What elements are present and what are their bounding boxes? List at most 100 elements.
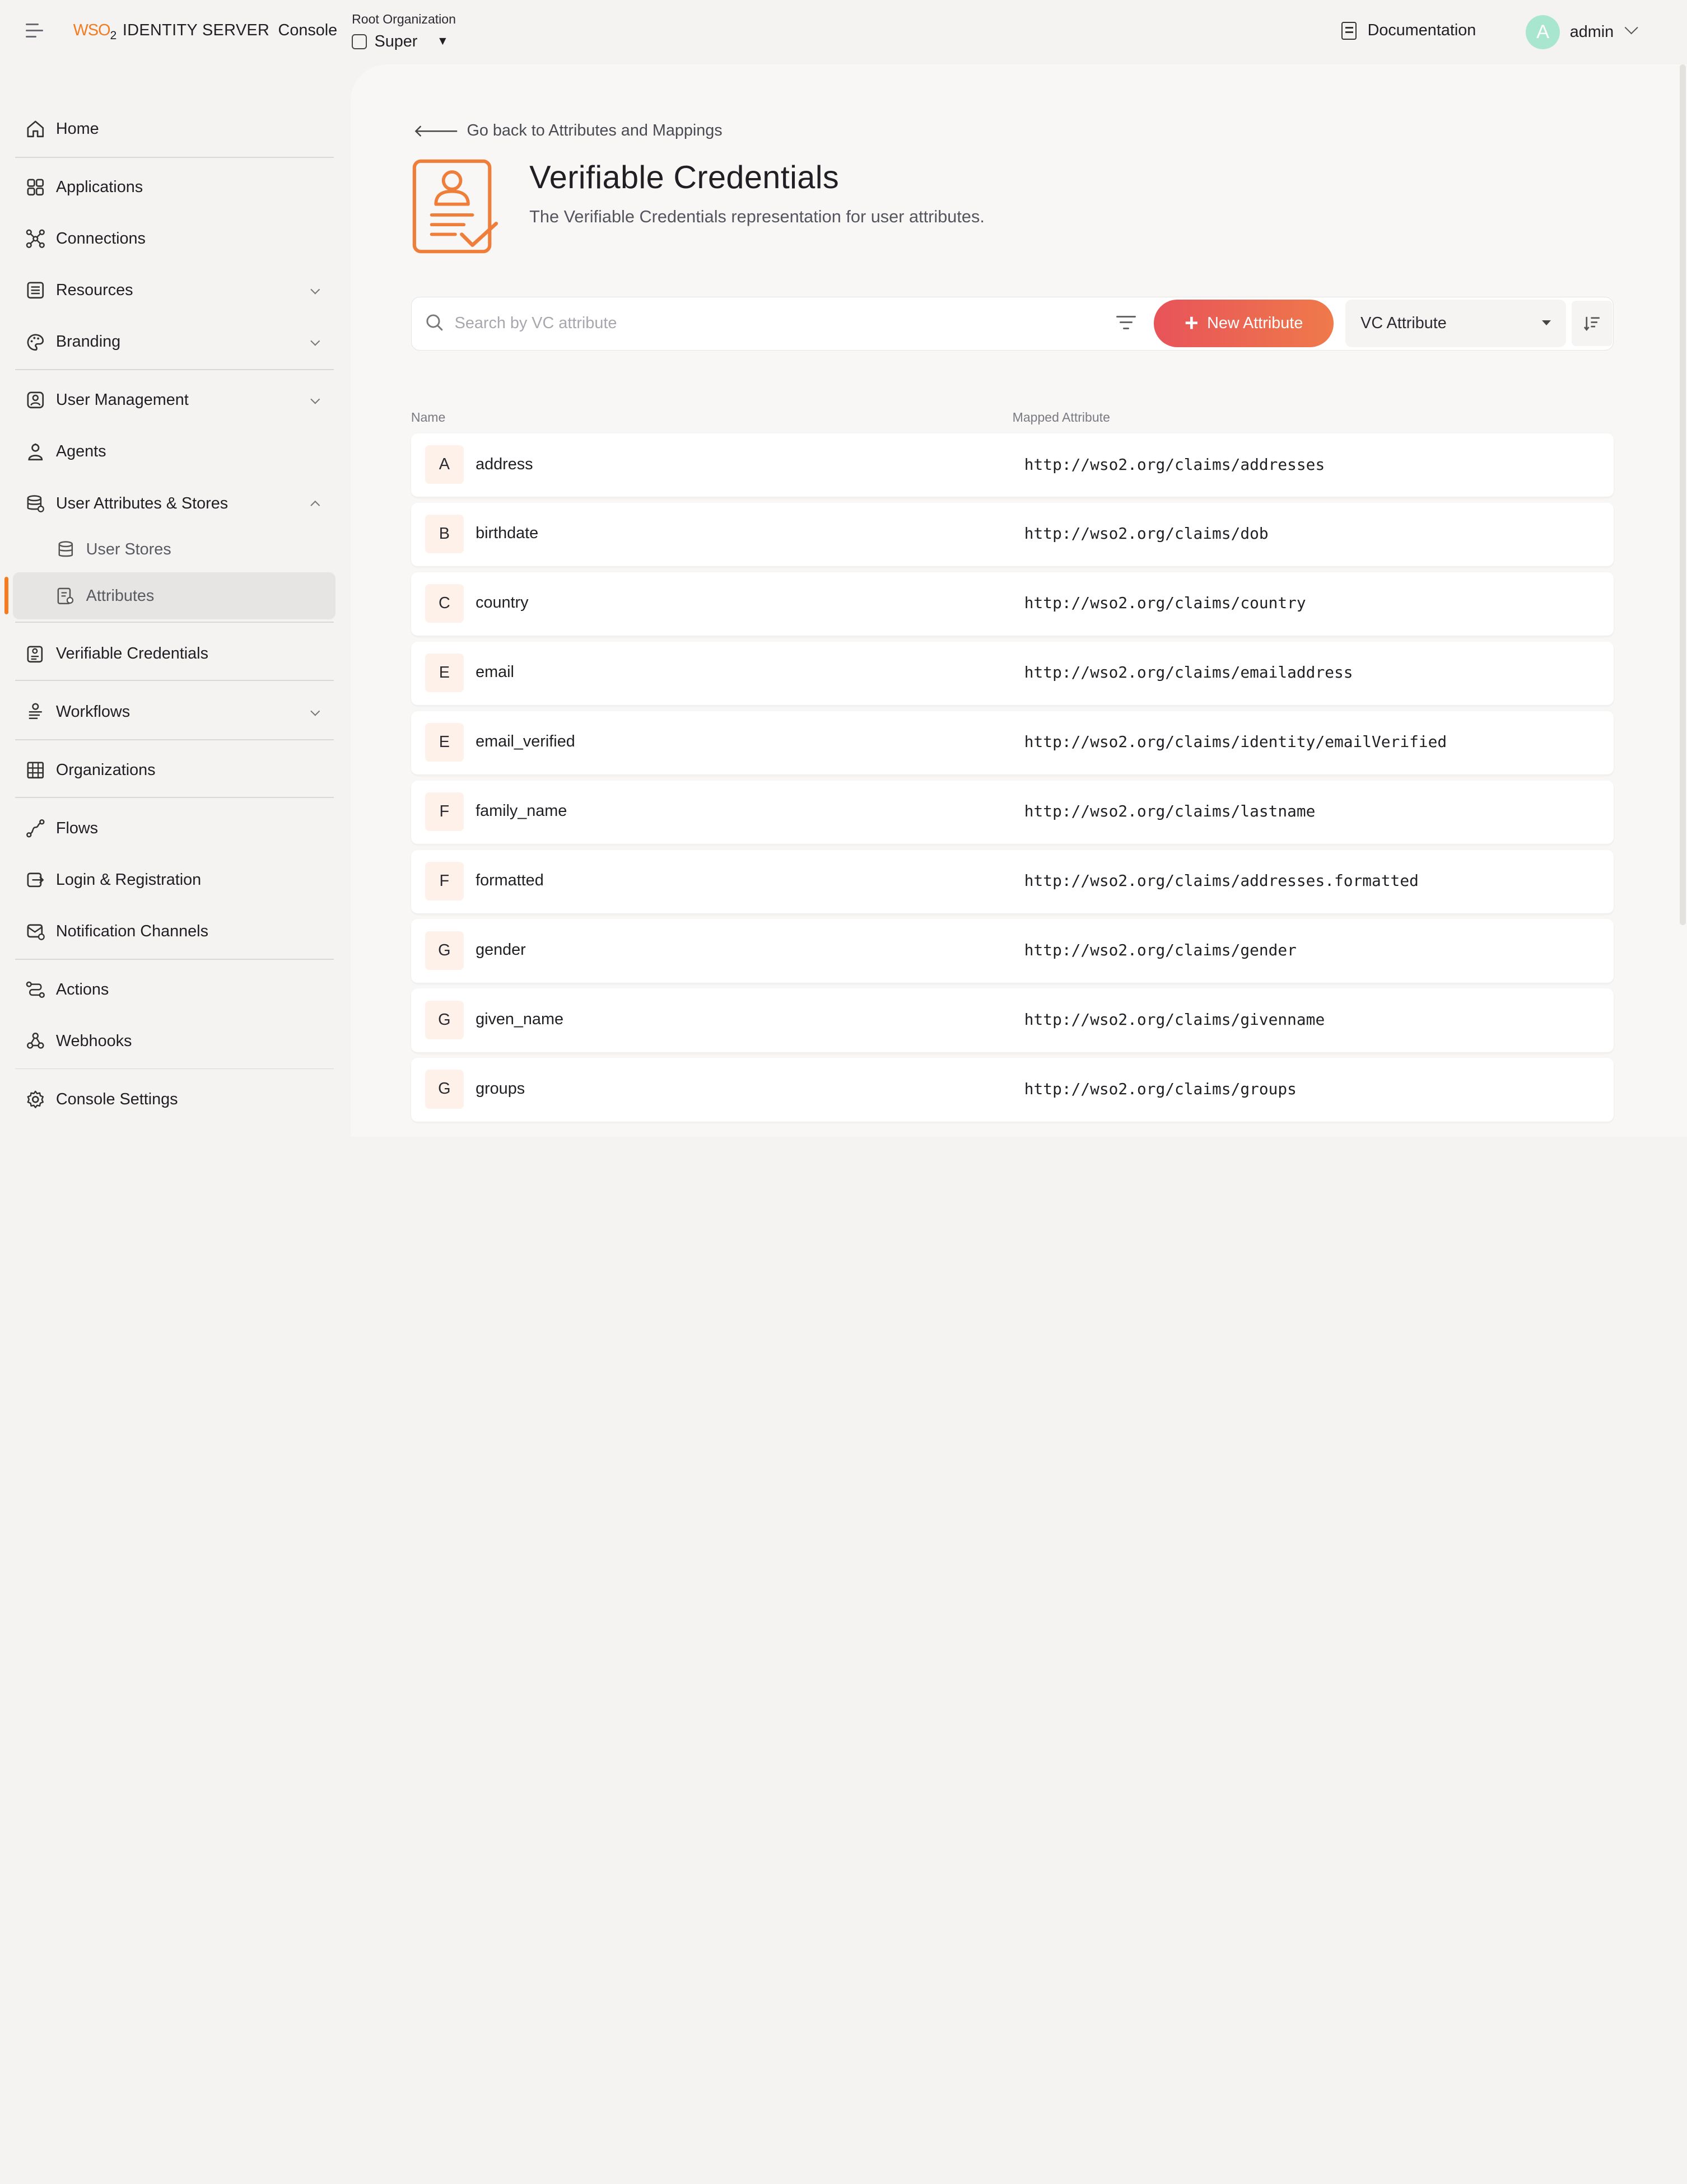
organization-switcher[interactable]: Root Organization Super ▼	[352, 12, 456, 51]
mapped-attribute: http://wso2.org/claims/lastname	[1024, 802, 1316, 821]
top-header: WSO2 IDENTITY SERVER Console Root Organi…	[0, 0, 1687, 64]
sidebar-divider	[15, 1068, 334, 1070]
sidebar-item-home[interactable]: Home	[15, 105, 335, 153]
sidebar-divider	[15, 622, 334, 623]
sidebar-item-workflows[interactable]: Workflows	[15, 688, 335, 736]
row-letter-avatar: G	[425, 1000, 464, 1039]
table-row[interactable]: Ggroups http://wso2.org/claims/groups	[411, 1058, 1614, 1122]
chevron-up-icon[interactable]	[310, 501, 320, 510]
sort-button[interactable]	[1571, 300, 1613, 346]
sidebar-item-agents[interactable]: Agents	[15, 428, 335, 476]
grid-icon	[26, 178, 45, 197]
sidebar-item-label: Applications	[55, 178, 143, 196]
sidebar-item-label: Notification Channels	[55, 922, 208, 941]
sidebar-divider	[15, 680, 334, 681]
sidebar-item-label: Organizations	[55, 760, 156, 779]
credentials-icon	[26, 645, 45, 664]
login-icon	[26, 870, 45, 890]
sidebar-item-label: Webhooks	[55, 1032, 132, 1051]
sidebar-item-label: Attributes	[86, 586, 155, 605]
sidebar-item-user-stores[interactable]: User Stores	[13, 526, 335, 573]
row-letter-avatar: G	[425, 931, 464, 970]
table-row[interactable]: Eemail_verified http://wso2.org/claims/id…	[411, 711, 1614, 775]
attribute-name: gender	[476, 940, 526, 959]
attribute-name: address	[476, 455, 533, 473]
connections-icon	[26, 229, 45, 249]
table-row[interactable]: Ggender http://wso2.org/claims/gender	[411, 919, 1614, 983]
sidebar-item-login-registration[interactable]: Login & Registration	[15, 856, 335, 904]
sidebar-item-label: Branding	[55, 333, 121, 351]
organization-icon	[352, 34, 367, 49]
select-value: VC Attribute	[1360, 314, 1447, 332]
sidebar-item-branding[interactable]: Branding	[15, 319, 335, 366]
product-name: IDENTITY SERVER	[122, 21, 270, 40]
palette-icon	[26, 333, 45, 352]
sidebar-item-label: Login & Registration	[55, 870, 202, 889]
user-stores-icon	[56, 540, 76, 559]
new-attribute-button[interactable]: + New Attribute	[1154, 300, 1334, 347]
sidebar-item-console-settings[interactable]: Console Settings	[15, 1076, 335, 1123]
page-description: The Verifiable Credentials representatio…	[529, 206, 985, 226]
attribute-type-select[interactable]: VC Attribute	[1345, 300, 1567, 347]
chevron-down-icon[interactable]	[310, 284, 320, 294]
chevron-down-icon[interactable]	[310, 336, 320, 346]
chevron-down-icon[interactable]	[310, 394, 320, 404]
table-row[interactable]: Ffamily_name http://wso2.org/claims/lastn…	[411, 780, 1614, 844]
documentation-label: Documentation	[1367, 21, 1476, 40]
user-menu[interactable]: A admin	[1525, 15, 1639, 50]
documentation-link[interactable]: Documentation	[1341, 21, 1476, 40]
row-letter-avatar: E	[425, 722, 464, 762]
table-row[interactable]: Eemail http://wso2.org/claims/emailaddres…	[411, 641, 1614, 706]
scrollbar[interactable]	[1679, 64, 1686, 926]
plus-icon: +	[1185, 310, 1199, 337]
mapped-attribute: http://wso2.org/claims/gender	[1024, 940, 1297, 959]
back-link[interactable]: 🡐 Go back to Attributes and Mappings	[413, 120, 723, 141]
sidebar-item-verifiable-credentials[interactable]: Verifiable Credentials	[15, 631, 335, 678]
sidebar-item-webhooks[interactable]: Webhooks	[15, 1018, 335, 1065]
search-input[interactable]	[454, 308, 1101, 339]
product-logo[interactable]: WSO2 IDENTITY SERVER Console	[73, 21, 338, 43]
table-row[interactable]: Fformatted http://wso2.org/claims/address…	[411, 850, 1614, 913]
column-mapped-attribute: Mapped Attribute	[1012, 409, 1110, 424]
sidebar-divider	[15, 157, 334, 158]
sidebar-item-notification-channels[interactable]: Notification Channels	[15, 908, 335, 955]
sidebar-item-label: Home	[55, 120, 99, 138]
sidebar-item-actions[interactable]: Actions	[15, 966, 335, 1014]
sidebar-item-flows[interactable]: Flows	[15, 805, 335, 852]
table-row[interactable]: Ccountry http://wso2.org/claims/country	[411, 572, 1614, 636]
mapped-attribute: http://wso2.org/claims/groups	[1024, 1079, 1297, 1098]
attribute-name: groups	[476, 1079, 525, 1098]
chevron-down-icon[interactable]: ▼	[437, 35, 449, 48]
agent-icon	[26, 442, 45, 462]
row-letter-avatar: F	[425, 792, 464, 831]
attribute-name: family_name	[476, 802, 567, 820]
table-row[interactable]: Aaddress http://wso2.org/claims/addresses	[411, 433, 1614, 497]
sidebar-item-applications[interactable]: Applications	[15, 164, 335, 211]
search-toolbar: + New Attribute VC Attribute	[411, 297, 1614, 351]
user-management-icon	[26, 390, 45, 410]
table-row[interactable]: Ggiven_name http://wso2.org/claims/givenn…	[411, 988, 1614, 1052]
sidebar-item-label: Flows	[55, 819, 99, 837]
org-label: Root Organization	[352, 12, 456, 27]
sidebar-item-resources[interactable]: Resources	[15, 267, 335, 314]
sidebar-item-user-management[interactable]: User Management	[15, 376, 335, 424]
table-row[interactable]: Bbirthdate http://wso2.org/claims/dob	[411, 503, 1614, 567]
sidebar-item-label: User Management	[55, 391, 189, 409]
sidebar-item-organizations[interactable]: Organizations	[15, 746, 335, 794]
sidebar-item-label: Workflows	[55, 703, 131, 721]
menu-toggle-icon[interactable]	[26, 24, 45, 41]
actions-icon	[26, 980, 45, 1000]
sidebar-item-user-attributes-stores[interactable]: User Attributes & Stores	[15, 480, 335, 528]
sidebar-item-connections[interactable]: Connections	[15, 215, 335, 263]
attribute-name: email	[476, 663, 514, 682]
console-label: Console	[278, 21, 338, 40]
attribute-name: given_name	[476, 1010, 563, 1028]
chevron-down-icon[interactable]	[310, 706, 320, 716]
webhooks-icon	[26, 1032, 45, 1051]
sidebar-item-attributes[interactable]: Attributes	[13, 572, 336, 620]
filter-icon[interactable]	[1115, 315, 1136, 331]
sidebar-item-label: User Attributes & Stores	[55, 494, 229, 512]
home-icon	[26, 119, 45, 139]
mapped-attribute: http://wso2.org/claims/country	[1024, 594, 1306, 613]
attribute-name: formatted	[476, 871, 544, 889]
